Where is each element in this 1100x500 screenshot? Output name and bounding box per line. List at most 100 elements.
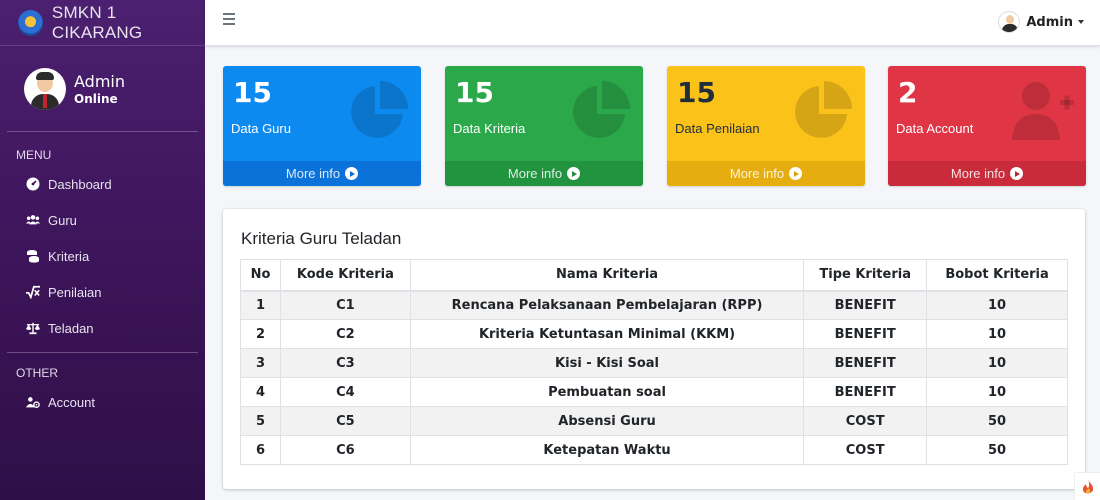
coins-icon xyxy=(26,249,40,263)
info-box-data-guru: 15 Data Guru More info xyxy=(223,66,421,186)
more-info-link[interactable]: More info xyxy=(223,161,421,186)
sidebar-item-label: Kriteria xyxy=(48,248,90,264)
cell-nama: Absensi Guru xyxy=(409,406,805,436)
table-row: 2 C2 Kriteria Ketuntasan Minimal (KKM) B… xyxy=(240,319,1068,349)
top-navbar: Admin xyxy=(205,0,1100,46)
tachometer-icon xyxy=(26,177,40,191)
table-row: 3 C3 Kisi - Kisi Soal BENEFIT 10 xyxy=(240,348,1068,378)
cell-kode: C6 xyxy=(279,435,411,465)
cell-nama: Kriteria Ketuntasan Minimal (KKM) xyxy=(409,319,805,349)
cell-bobot: 10 xyxy=(926,290,1068,320)
column-header-kode: Kode Kriteria xyxy=(279,259,411,292)
column-header-nama: Nama Kriteria xyxy=(409,259,805,292)
box-label: Data Kriteria xyxy=(453,121,526,136)
arrow-circle-right-icon xyxy=(789,167,803,180)
column-header-tipe: Tipe Kriteria xyxy=(803,259,928,292)
cell-tipe: COST xyxy=(803,435,928,465)
sidebar-item-teladan[interactable]: Teladan xyxy=(0,310,205,346)
nav-divider xyxy=(7,352,198,366)
sidebar-item-dashboard[interactable]: Dashboard xyxy=(0,166,205,202)
sidebar-item-label: Teladan xyxy=(48,320,94,336)
user-panel: Admin Online xyxy=(7,46,198,132)
nav-header-other: OTHER xyxy=(16,366,58,380)
cell-tipe: BENEFIT xyxy=(803,319,928,349)
cell-nama: Rencana Pelaksanaan Pembelajaran (RPP) xyxy=(409,290,805,320)
caret-down-icon xyxy=(1078,20,1084,24)
more-info-label: More info xyxy=(285,166,341,181)
brand-link[interactable]: SMKN 1 CIKARANG xyxy=(0,0,205,46)
info-box-data-penilaian: 15 Data Penilaian More info xyxy=(667,66,865,186)
cell-kode: C2 xyxy=(279,319,411,349)
users-icon xyxy=(26,213,40,227)
cell-bobot: 50 xyxy=(926,435,1068,465)
cell-tipe: COST xyxy=(803,406,928,436)
table-header-row: No Kode Kriteria Nama Kriteria Tipe Krit… xyxy=(240,259,1068,292)
pie-chart-icon xyxy=(573,81,630,138)
table-row: 1 C1 Rencana Pelaksanaan Pembelajaran (R… xyxy=(240,290,1068,320)
card-title: Kriteria Guru Teladan xyxy=(241,229,402,248)
cell-nama: Ketepatan Waktu xyxy=(409,435,805,465)
sidebar-item-guru[interactable]: Guru xyxy=(0,202,205,238)
cell-no: 3 xyxy=(240,348,281,378)
cell-kode: C5 xyxy=(279,406,411,436)
users-cog-icon xyxy=(26,395,40,409)
cell-nama: Pembuatan soal xyxy=(409,377,805,407)
sidebar-item-label: Guru xyxy=(48,212,77,228)
user-avatar xyxy=(24,67,66,110)
pie-chart-icon xyxy=(795,81,852,138)
box-label: Data Account xyxy=(896,121,974,136)
cell-nama: Kisi - Kisi Soal xyxy=(409,348,805,378)
more-info-label: More info xyxy=(729,166,785,181)
user-name[interactable]: Admin xyxy=(74,72,125,91)
cell-tipe: BENEFIT xyxy=(803,377,928,407)
cell-kode: C1 xyxy=(279,290,411,320)
sidebar-item-kriteria[interactable]: Kriteria xyxy=(0,238,205,274)
more-info-link[interactable]: More info xyxy=(667,161,865,186)
admin-avatar xyxy=(998,11,1021,33)
kriteria-card: Kriteria Guru Teladan No Kode Kriteria N… xyxy=(223,209,1085,489)
sidebar-item-label: Dashboard xyxy=(48,176,112,192)
balance-scale-icon xyxy=(26,321,40,335)
box-label: Data Penilaian xyxy=(675,121,760,136)
cell-tipe: BENEFIT xyxy=(803,290,928,320)
table-row: 6 C6 Ketepatan Waktu COST 50 xyxy=(240,435,1068,465)
brand-title: SMKN 1 CIKARANG xyxy=(51,2,143,42)
user-status: Online xyxy=(74,91,118,106)
arrow-circle-right-icon xyxy=(567,167,581,180)
more-info-link[interactable]: More info xyxy=(445,161,643,186)
sidebar-item-label: Account xyxy=(48,394,95,410)
user-plus-icon xyxy=(1012,82,1074,140)
admin-label: Admin xyxy=(1026,14,1073,30)
box-value: 15 xyxy=(233,76,272,109)
arrow-circle-right-icon xyxy=(345,167,359,180)
cell-no: 6 xyxy=(240,435,281,465)
cell-bobot: 10 xyxy=(926,348,1068,378)
menu-toggle-icon[interactable] xyxy=(223,13,235,27)
cell-no: 1 xyxy=(240,290,281,320)
sidebar: SMKN 1 CIKARANG Admin Online MENU Dashbo… xyxy=(0,0,205,500)
pie-chart-icon xyxy=(351,81,408,138)
box-label: Data Guru xyxy=(231,121,291,136)
cell-no: 2 xyxy=(240,319,281,349)
flame-icon[interactable] xyxy=(1074,472,1100,500)
box-value: 2 xyxy=(898,76,918,109)
kriteria-table: No Kode Kriteria Nama Kriteria Tipe Krit… xyxy=(240,259,1068,465)
cell-bobot: 50 xyxy=(926,406,1068,436)
cell-bobot: 10 xyxy=(926,377,1068,407)
cell-bobot: 10 xyxy=(926,319,1068,349)
more-info-label: More info xyxy=(507,166,563,181)
admin-dropdown[interactable]: Admin xyxy=(998,11,1084,33)
cell-no: 4 xyxy=(240,377,281,407)
square-root-icon xyxy=(26,285,40,299)
nav-header-menu: MENU xyxy=(16,148,52,162)
table-row: 4 C4 Pembuatan soal BENEFIT 10 xyxy=(240,377,1068,407)
more-info-link[interactable]: More info xyxy=(888,161,1086,186)
sidebar-item-account[interactable]: Account xyxy=(0,384,205,420)
arrow-circle-right-icon xyxy=(1010,167,1024,180)
table-row: 5 C5 Absensi Guru COST 50 xyxy=(240,406,1068,436)
info-box-data-kriteria: 15 Data Kriteria More info xyxy=(445,66,643,186)
sidebar-item-label: Penilaian xyxy=(48,284,102,300)
school-logo-icon xyxy=(18,9,43,36)
sidebar-item-penilaian[interactable]: Penilaian xyxy=(0,274,205,310)
info-box-data-account: 2 Data Account More info xyxy=(888,66,1086,186)
